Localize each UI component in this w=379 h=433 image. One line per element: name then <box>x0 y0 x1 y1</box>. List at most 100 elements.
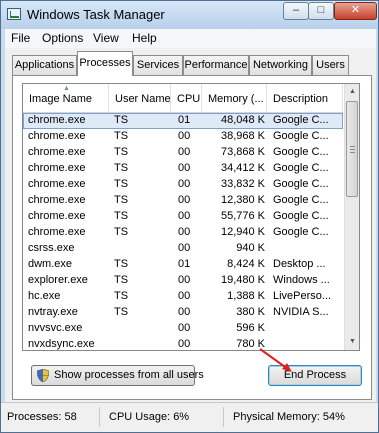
process-memory: 380 K <box>236 306 265 318</box>
menu-view[interactable]: View <box>93 31 119 45</box>
column-header-memory[interactable]: Memory (... <box>202 84 267 112</box>
process-row[interactable]: hc.exe TS 00 1,388 K LivePerso... <box>23 289 343 305</box>
tab-applications[interactable]: Applications <box>12 55 77 75</box>
process-memory: 55,776 K <box>220 210 265 222</box>
process-cpu: 00 <box>178 226 191 238</box>
process-image-name: nvtray.exe <box>28 306 78 318</box>
process-user-name: TS <box>114 226 129 238</box>
menu-bar: File Options View Help <box>5 29 376 48</box>
process-description: Google C... <box>273 146 329 158</box>
process-description: NVIDIA S... <box>273 306 329 318</box>
scrollbar-thumb[interactable] <box>346 101 358 197</box>
column-header-description[interactable]: Description <box>267 84 343 112</box>
process-description <box>273 242 341 257</box>
process-user-name: TS <box>114 290 129 302</box>
process-image-name: hc.exe <box>28 290 61 302</box>
close-button[interactable]: ✕ <box>334 2 377 20</box>
column-header-row: ▲ Image Name User Name CPU Memory (... D… <box>23 84 343 113</box>
tab-networking[interactable]: Networking <box>249 55 312 75</box>
status-physical-memory: Physical Memory: 54% <box>233 411 345 423</box>
process-row[interactable]: chrome.exe TS 00 38,968 K Google C... <box>23 129 343 145</box>
column-header-cpu[interactable]: CPU <box>171 84 202 112</box>
process-list[interactable]: ▲ Image Name User Name CPU Memory (... D… <box>22 83 360 351</box>
process-memory: 38,968 K <box>220 130 265 142</box>
process-row[interactable]: chrome.exe TS 00 33,832 K Google C... <box>23 177 343 193</box>
process-description: LivePerso... <box>273 290 332 302</box>
process-memory: 34,412 K <box>220 162 265 174</box>
process-cpu: 00 <box>178 178 191 190</box>
process-memory: 12,380 K <box>220 194 265 206</box>
process-cpu: 00 <box>178 322 191 334</box>
title-bar[interactable]: Windows Task Manager – □ ✕ <box>1 1 378 29</box>
process-cpu: 01 <box>178 114 191 126</box>
process-description: Google C... <box>273 162 329 174</box>
process-description <box>273 338 341 350</box>
uac-shield-icon <box>37 369 49 382</box>
process-row[interactable]: chrome.exe TS 01 48,048 K Google C... <box>23 113 343 129</box>
process-row[interactable]: chrome.exe TS 00 12,940 K Google C... <box>23 225 343 241</box>
sort-ascending-icon: ▲ <box>63 85 70 92</box>
process-memory: 1,388 K <box>227 290 265 302</box>
process-description: Desktop ... <box>273 258 326 270</box>
process-image-name: chrome.exe <box>28 226 86 238</box>
process-memory: 8,424 K <box>227 258 265 270</box>
grip-line <box>350 152 355 153</box>
column-header-image-name[interactable]: ▲ Image Name <box>23 84 109 112</box>
process-image-name: explorer.exe <box>28 274 88 286</box>
menu-options[interactable]: Options <box>42 31 83 45</box>
tab-processes[interactable]: Processes <box>77 51 133 76</box>
process-cpu: 00 <box>178 290 191 302</box>
process-cpu: 00 <box>178 162 191 174</box>
column-header-label: Image Name <box>29 93 92 105</box>
scroll-down-arrow-icon[interactable]: ▼ <box>345 334 359 350</box>
process-description: Windows ... <box>273 274 330 286</box>
maximize-button[interactable]: □ <box>308 2 334 20</box>
process-row[interactable]: explorer.exe TS 00 19,480 K Windows ... <box>23 273 343 289</box>
process-cpu: 00 <box>178 146 191 158</box>
process-row[interactable]: chrome.exe TS 00 34,412 K Google C... <box>23 161 343 177</box>
process-row[interactable]: dwm.exe TS 01 8,424 K Desktop ... <box>23 257 343 273</box>
process-row[interactable]: chrome.exe TS 00 73,868 K Google C... <box>23 145 343 161</box>
process-row[interactable]: chrome.exe TS 00 55,776 K Google C... <box>23 209 343 225</box>
tab-services[interactable]: Services <box>133 55 183 75</box>
vertical-scrollbar[interactable]: ▲ ▼ <box>344 84 359 350</box>
process-description: Google C... <box>273 178 329 190</box>
process-cpu: 00 <box>178 338 191 350</box>
menu-help[interactable]: Help <box>132 31 157 45</box>
minimize-button[interactable]: – <box>283 2 309 20</box>
process-memory: 12,940 K <box>220 226 265 238</box>
process-user-name <box>114 322 169 337</box>
end-process-button[interactable]: End Process <box>268 365 362 386</box>
grip-line <box>350 149 355 150</box>
process-row[interactable]: nvtray.exe TS 00 380 K NVIDIA S... <box>23 305 343 321</box>
process-row[interactable]: nvvsvc.exe 00 596 K <box>23 321 343 337</box>
process-memory: 48,048 K <box>220 114 265 126</box>
tab-performance[interactable]: Performance <box>183 55 249 75</box>
task-manager-app-icon <box>7 8 21 20</box>
tab-users[interactable]: Users <box>312 55 349 75</box>
status-cpu-usage: CPU Usage: 6% <box>109 411 190 423</box>
process-image-name: chrome.exe <box>28 146 86 158</box>
process-user-name: TS <box>114 130 129 142</box>
process-image-name: chrome.exe <box>28 178 86 190</box>
process-image-name: chrome.exe <box>28 162 86 174</box>
status-processes: Processes: 58 <box>7 411 77 423</box>
show-all-users-button[interactable]: Show processes from all users <box>31 365 204 386</box>
process-image-name: chrome.exe <box>28 210 86 222</box>
process-user-name: TS <box>114 194 129 206</box>
process-cpu: 00 <box>178 130 191 142</box>
process-row[interactable]: chrome.exe TS 00 12,380 K Google C... <box>23 193 343 209</box>
process-image-name: nvxdsync.exe <box>28 338 95 350</box>
process-row[interactable]: nvxdsync.exe 00 780 K <box>23 337 343 350</box>
process-row[interactable]: csrss.exe 00 940 K <box>23 241 343 257</box>
menu-file[interactable]: File <box>11 31 30 45</box>
process-cpu: 00 <box>178 210 191 222</box>
process-user-name <box>114 242 169 257</box>
column-header-user-name[interactable]: User Name <box>109 84 171 112</box>
process-cpu: 00 <box>178 306 191 318</box>
process-memory: 780 K <box>236 338 265 350</box>
scroll-up-arrow-icon[interactable]: ▲ <box>345 84 359 100</box>
process-cpu: 00 <box>178 274 191 286</box>
window-title: Windows Task Manager <box>27 7 165 22</box>
process-description: Google C... <box>273 226 329 238</box>
